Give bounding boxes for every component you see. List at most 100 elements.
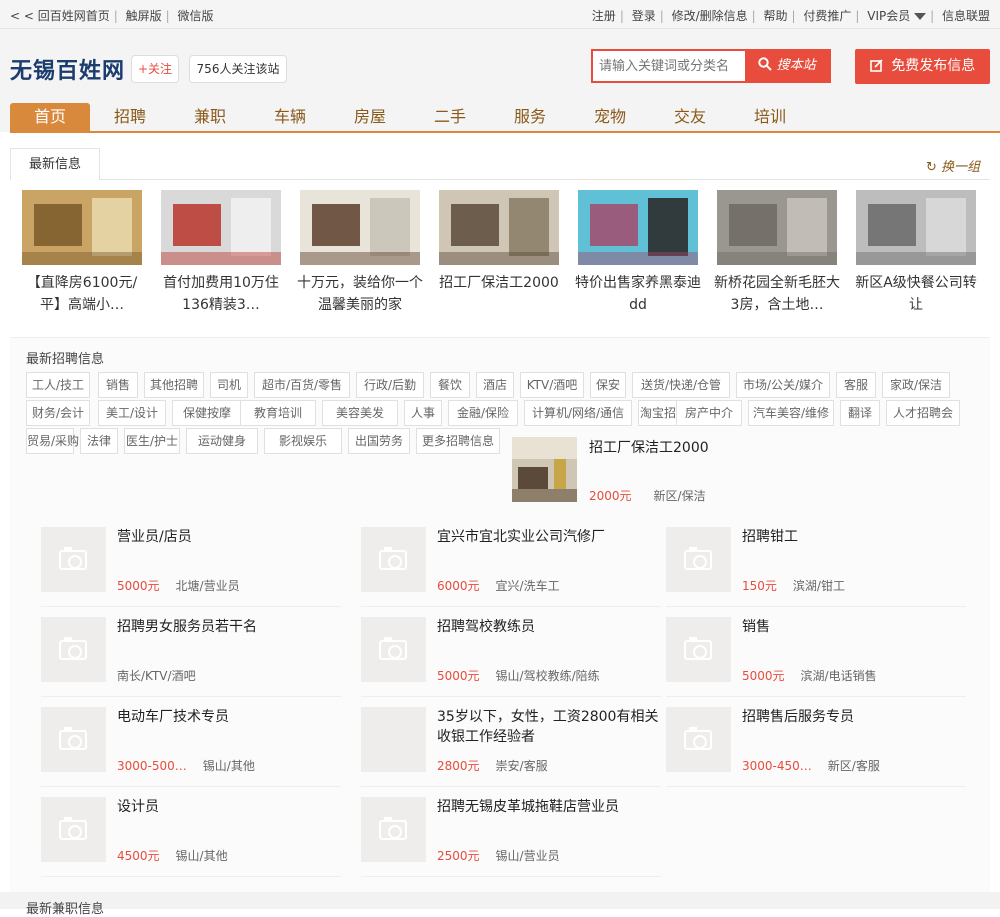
latest-item-photo[interactable] (22, 190, 142, 265)
latest-item-photo[interactable] (578, 190, 698, 265)
category-tag[interactable]: 房产中介 (676, 400, 742, 426)
nav-item[interactable]: 车辆 (250, 103, 330, 131)
category-tag[interactable]: 计算机/网络/通信 (524, 400, 632, 426)
vip-link[interactable]: VIP会员 (867, 9, 927, 23)
category-tag[interactable]: KTV/酒吧 (520, 372, 584, 398)
refresh-link[interactable]: ↻ 换一组 (926, 156, 980, 175)
job-listing[interactable]: 招聘售后服务专员 3000-450… 新区/客服 (666, 707, 966, 797)
paid-promotion-link[interactable]: 付费推广 (803, 9, 851, 23)
info-alliance-link[interactable]: 信息联盟 (942, 9, 990, 23)
category-tag[interactable]: 司机 (210, 372, 248, 398)
job-listing[interactable]: 设计员 4500元 锡山/其他 (41, 797, 341, 887)
search-input[interactable] (593, 51, 745, 81)
job-listing[interactable]: 销售 5000元 滨湖/电话销售 (666, 617, 966, 707)
latest-item-photo[interactable] (856, 190, 976, 265)
job-listing[interactable]: 招聘无锡皮革城拖鞋店营业员 2500元 锡山/营业员 (361, 797, 661, 887)
job-listing[interactable]: 35岁以下，女性，工资2800有相关收银工作经验者 2800元 崇安/客服 (361, 707, 661, 797)
category-tag[interactable]: 人才招聘会 (886, 400, 960, 426)
category-tag[interactable]: 法律 (80, 428, 118, 454)
job-title[interactable]: 招聘售后服务专员 (742, 707, 964, 727)
job-listing[interactable]: 招聘男女服务员若干名 南长/KTV/酒吧 (41, 617, 341, 707)
category-tag[interactable]: 销售 (98, 372, 138, 398)
publish-button[interactable]: 免费发布信息 (855, 49, 990, 84)
category-tag[interactable]: 餐饮 (430, 372, 470, 398)
category-tag[interactable]: 美容美发 (322, 400, 398, 426)
category-tag[interactable]: 人事 (404, 400, 442, 426)
latest-item-title[interactable]: 招工厂保洁工2000 (435, 272, 563, 316)
latest-item-title[interactable]: 新桥花园全新毛胚大3房，含土地… (713, 272, 841, 316)
job-salary: 3000-450… (742, 759, 812, 773)
touch-version-link[interactable]: 触屏版 (126, 9, 162, 23)
nav-item[interactable]: 招聘 (90, 103, 170, 131)
nav-item[interactable]: 宠物 (570, 103, 650, 131)
edit-delete-link[interactable]: 修改/删除信息 (672, 9, 748, 23)
category-tag[interactable]: 出国劳务 (348, 428, 410, 454)
category-tag[interactable]: 教育培训 (240, 400, 316, 426)
category-tag[interactable]: 保安 (590, 372, 626, 398)
job-title[interactable]: 营业员/店员 (117, 527, 339, 547)
latest-item-title[interactable]: 特价出售家养黑泰迪dd (574, 272, 702, 316)
category-tag[interactable]: 运动健身 (186, 428, 258, 454)
category-tag[interactable]: 影视娱乐 (264, 428, 342, 454)
nav-item[interactable]: 培训 (730, 103, 810, 131)
job-title[interactable]: 宜兴市宜北实业公司汽修厂 (437, 527, 659, 547)
category-tag[interactable]: 更多招聘信息 (416, 428, 500, 454)
category-tag[interactable]: 金融/保险 (448, 400, 518, 426)
nav-item[interactable]: 兼职 (170, 103, 250, 131)
category-tag[interactable]: 医生/护士 (124, 428, 180, 454)
category-tag[interactable]: 保健按摩 (172, 400, 242, 426)
category-tag[interactable]: 贸易/采购 (26, 428, 79, 454)
job-listing[interactable]: 营业员/店员 5000元 北塘/营业员 (41, 527, 341, 617)
category-tag[interactable]: 家政/保洁 (882, 372, 950, 398)
category-tag[interactable]: 汽车美容/维修 (748, 400, 834, 426)
nav-item[interactable]: 服务 (490, 103, 570, 131)
job-listing[interactable]: 电动车厂技术专员 3000-500… 锡山/其他 (41, 707, 341, 797)
job-listing[interactable]: 招聘驾校教练员 5000元 锡山/驾校教练/陪练 (361, 617, 661, 707)
login-link[interactable]: 登录 (632, 9, 656, 23)
job-title[interactable]: 销售 (742, 617, 964, 637)
latest-item-title[interactable]: 新区A级快餐公司转让 (852, 272, 980, 316)
nav-item[interactable]: 房屋 (330, 103, 410, 131)
home-link[interactable]: < < 回百姓网首页 (10, 9, 110, 23)
category-tag[interactable]: 市场/公关/媒介 (736, 372, 830, 398)
latest-item-photo[interactable] (439, 190, 559, 265)
job-title[interactable]: 设计员 (117, 797, 339, 817)
camera-icon (379, 547, 407, 570)
latest-item-photo[interactable] (300, 190, 420, 265)
category-tag[interactable]: 翻译 (840, 400, 880, 426)
job-listing[interactable]: 宜兴市宜北实业公司汽修厂 6000元 宜兴/洗车工 (361, 527, 661, 617)
nav-item[interactable]: 交友 (650, 103, 730, 131)
wechat-version-link[interactable]: 微信版 (178, 9, 214, 23)
category-tag[interactable]: 客服 (836, 372, 876, 398)
category-tag[interactable]: 其他招聘 (144, 372, 204, 398)
tab-latest-info[interactable]: 最新信息 (10, 148, 100, 180)
category-tag[interactable]: 酒店 (476, 372, 514, 398)
category-tag[interactable]: 工人/技工 (26, 372, 90, 398)
job-title[interactable]: 招聘男女服务员若干名 (117, 617, 339, 637)
job-title[interactable]: 电动车厂技术专员 (117, 707, 339, 727)
featured-job-title[interactable]: 招工厂保洁工2000 (589, 437, 709, 457)
job-listing[interactable]: 招聘钳工 150元 滨湖/钳工 (666, 527, 966, 617)
job-title[interactable]: 招聘无锡皮革城拖鞋店营业员 (437, 797, 659, 817)
category-tag[interactable]: 送货/快递/仓管 (632, 372, 730, 398)
category-tag[interactable]: 财务/会计 (26, 400, 90, 426)
follow-button[interactable]: +关注 (131, 55, 179, 83)
category-tag[interactable]: 超市/百货/零售 (254, 372, 350, 398)
job-title[interactable]: 招聘钳工 (742, 527, 964, 547)
register-link[interactable]: 注册 (592, 9, 616, 23)
latest-item-photo[interactable] (161, 190, 281, 265)
job-title[interactable]: 招聘驾校教练员 (437, 617, 659, 637)
featured-job[interactable]: 招工厂保洁工2000 2000元 新区/保洁 (512, 437, 762, 503)
latest-item-title[interactable]: 首付加费用10万住136精装3… (157, 272, 285, 316)
job-title[interactable]: 35岁以下，女性，工资2800有相关收银工作经验者 (437, 707, 659, 747)
nav-item[interactable]: 二手 (410, 103, 490, 131)
nav-item[interactable]: 首页 (10, 103, 90, 131)
help-link[interactable]: 帮助 (764, 9, 788, 23)
latest-item-title[interactable]: 【直降房6100元/平】高端小… (18, 272, 146, 316)
category-tag[interactable]: 美工/设计 (98, 400, 166, 426)
latest-item-title[interactable]: 十万元，装给你一个温馨美丽的家 (296, 272, 424, 316)
search-button[interactable]: 搜本站 (745, 51, 829, 81)
site-logo[interactable]: 无锡百姓网 (10, 53, 125, 85)
category-tag[interactable]: 行政/后勤 (356, 372, 424, 398)
latest-item-photo[interactable] (717, 190, 837, 265)
